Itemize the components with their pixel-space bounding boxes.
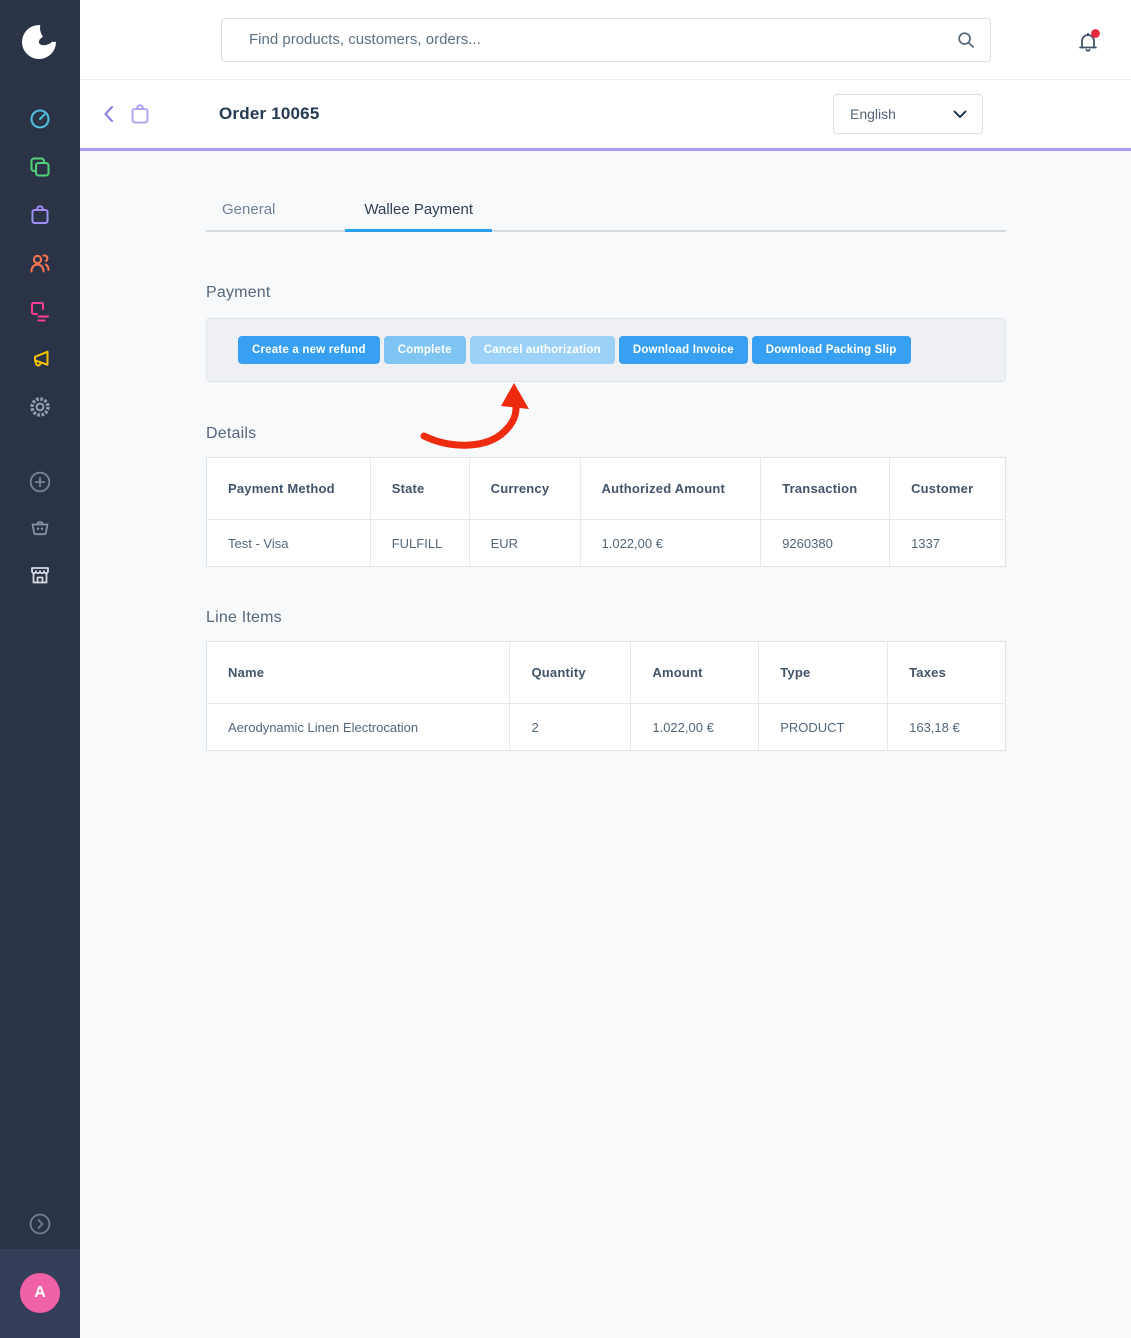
column-header: Transaction bbox=[761, 458, 890, 520]
item-name-cell: Aerodynamic Linen Electrocation bbox=[207, 704, 510, 751]
global-search bbox=[221, 18, 991, 62]
notification-dot bbox=[1091, 29, 1100, 38]
tab-general[interactable]: General bbox=[206, 199, 295, 232]
item-type-cell: PRODUCT bbox=[759, 704, 888, 751]
payment-heading: Payment bbox=[206, 284, 1131, 302]
plus-icon[interactable] bbox=[28, 470, 52, 494]
tab-bar: General Wallee Payment bbox=[206, 199, 1006, 232]
customer-cell: 1337 bbox=[890, 520, 1006, 567]
item-amount-cell: 1.022,00 € bbox=[631, 704, 759, 751]
marketing-icon[interactable] bbox=[28, 347, 52, 371]
language-select[interactable]: English bbox=[833, 94, 983, 134]
column-header: Quantity bbox=[510, 642, 631, 704]
download-packing-slip-button[interactable]: Download Packing Slip bbox=[752, 336, 911, 364]
language-select-value: English bbox=[850, 106, 896, 122]
column-header: Taxes bbox=[888, 642, 1006, 704]
details-row: Test - Visa FULFILL EUR 1.022,00 € 92603… bbox=[207, 520, 1006, 567]
details-header-row: Payment Method State Currency Authorized… bbox=[207, 458, 1006, 520]
expand-sidebar-icon[interactable] bbox=[28, 1212, 52, 1236]
payment-method-cell: Test - Visa bbox=[207, 520, 371, 567]
chevron-down-icon bbox=[953, 110, 967, 119]
shopware-logo-icon[interactable] bbox=[20, 22, 60, 62]
payment-actions-panel: Create a new refund Complete Cancel auth… bbox=[206, 318, 1006, 382]
line-items-table: Name Quantity Amount Type Taxes Aerodyna… bbox=[206, 641, 1006, 751]
topbar bbox=[80, 0, 1131, 80]
download-invoice-button[interactable]: Download Invoice bbox=[619, 336, 748, 364]
search-icon[interactable] bbox=[957, 31, 975, 54]
sidebar-user-area: A bbox=[0, 1249, 80, 1338]
sidebar: A bbox=[0, 0, 80, 1338]
column-header: Type bbox=[759, 642, 888, 704]
tab-wallee-payment[interactable]: Wallee Payment bbox=[345, 199, 492, 232]
line-items-heading: Line Items bbox=[206, 609, 1131, 627]
products-icon[interactable] bbox=[28, 155, 52, 179]
settings-icon[interactable] bbox=[28, 395, 52, 419]
column-header: Currency bbox=[469, 458, 580, 520]
line-item-row: Aerodynamic Linen Electrocation 2 1.022,… bbox=[207, 704, 1006, 751]
column-header: Amount bbox=[631, 642, 759, 704]
storefront-icon[interactable] bbox=[28, 563, 52, 587]
complete-button[interactable]: Complete bbox=[384, 336, 466, 364]
create-refund-button[interactable]: Create a new refund bbox=[238, 336, 380, 364]
column-header: Authorized Amount bbox=[580, 458, 761, 520]
details-heading: Details bbox=[206, 425, 1131, 443]
content: General Wallee Payment Payment Create a … bbox=[80, 151, 1131, 751]
details-table: Payment Method State Currency Authorized… bbox=[206, 457, 1006, 567]
line-items-header-row: Name Quantity Amount Type Taxes bbox=[207, 642, 1006, 704]
column-header: Name bbox=[207, 642, 510, 704]
item-quantity-cell: 2 bbox=[510, 704, 631, 751]
search-input[interactable] bbox=[221, 18, 991, 62]
user-avatar[interactable]: A bbox=[20, 1273, 60, 1313]
content-icon[interactable] bbox=[28, 299, 52, 323]
order-bag-icon bbox=[130, 103, 150, 125]
basket-icon[interactable] bbox=[28, 515, 52, 539]
main-area: Order 10065 English General Wallee Payme… bbox=[80, 0, 1131, 1338]
authorized-amount-cell: 1.022,00 € bbox=[580, 520, 761, 567]
column-header: State bbox=[370, 458, 469, 520]
column-header: Customer bbox=[890, 458, 1006, 520]
page-title: Order 10065 bbox=[219, 104, 320, 124]
state-cell: FULFILL bbox=[370, 520, 469, 567]
cancel-authorization-button[interactable]: Cancel authorization bbox=[470, 336, 615, 364]
smartbar: Order 10065 English bbox=[80, 80, 1131, 151]
orders-icon[interactable] bbox=[28, 203, 52, 227]
column-header: Payment Method bbox=[207, 458, 371, 520]
customers-icon[interactable] bbox=[28, 251, 52, 275]
item-taxes-cell: 163,18 € bbox=[888, 704, 1006, 751]
notifications-bell-icon[interactable] bbox=[1074, 27, 1102, 55]
currency-cell: EUR bbox=[469, 520, 580, 567]
transaction-cell: 9260380 bbox=[761, 520, 890, 567]
dashboard-icon[interactable] bbox=[28, 107, 52, 131]
back-icon[interactable] bbox=[101, 104, 117, 124]
